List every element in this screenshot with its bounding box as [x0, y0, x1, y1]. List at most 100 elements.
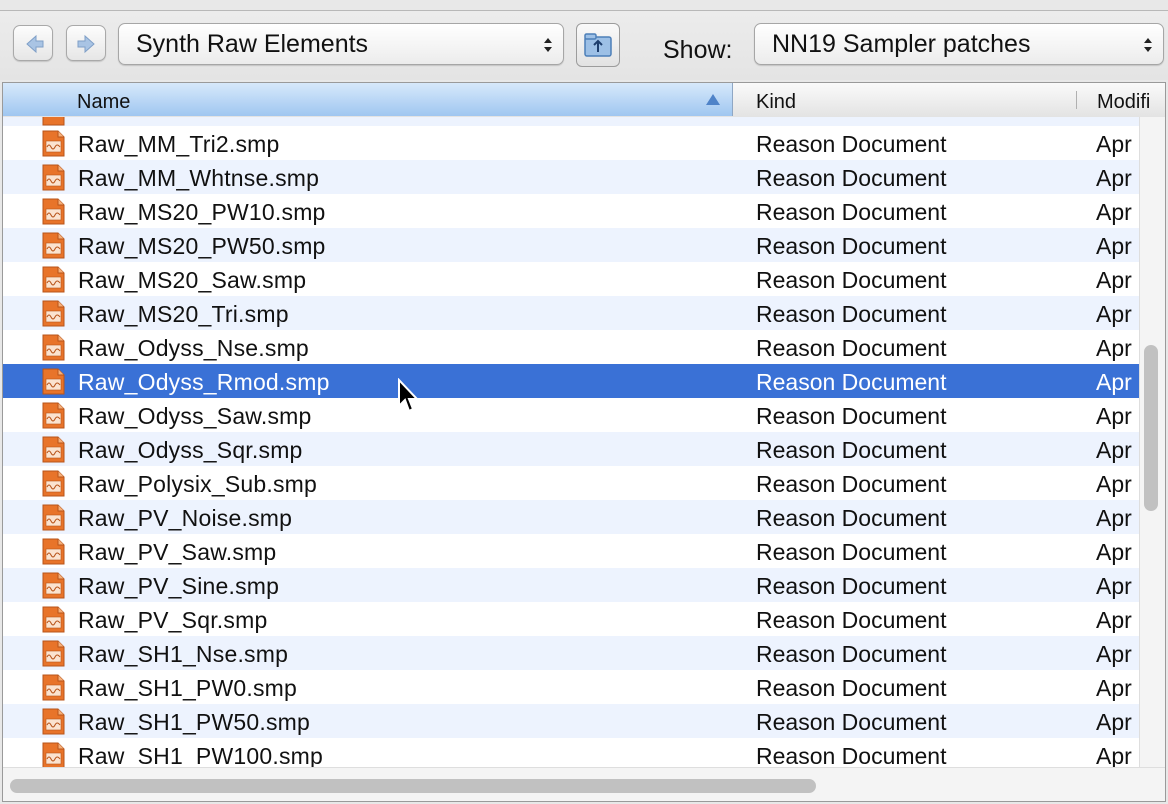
file-kind: Reason Document	[756, 199, 947, 225]
list-item[interactable]: Raw_MM_Tri2.smp Reason Document Apr	[3, 126, 1139, 160]
forward-button[interactable]	[66, 25, 106, 61]
file-name: Raw_PV_Sqr.smp	[78, 607, 268, 633]
horizontal-scrollbar[interactable]	[3, 767, 1165, 801]
file-kind: Reason Document	[756, 267, 947, 293]
file-name: Raw_PV_Noise.smp	[78, 505, 293, 531]
list-item[interactable]: Raw_Odyss_Saw.smp Reason Document Apr	[3, 398, 1139, 432]
file-name: Raw_MM_Whtnse.smp	[78, 165, 320, 191]
file-modified: Apr	[1096, 675, 1132, 701]
file-name: Raw_MS20_Tri.smp	[78, 301, 289, 327]
list-item[interactable]: Raw_MS20_PW10.smp Reason Document Apr	[3, 194, 1139, 228]
reason-sample-file-icon	[42, 674, 65, 701]
reason-sample-file-icon	[42, 334, 65, 361]
file-kind: Reason Document	[756, 743, 947, 767]
reason-sample-file-icon	[42, 436, 65, 463]
file-list[interactable]: Raw_MM_Tri2.smp Reason Document Apr Raw_MM_…	[3, 117, 1139, 767]
file-name: Raw_Polysix_Sub.smp	[78, 471, 318, 497]
location-label: Synth Raw Elements	[136, 30, 369, 58]
reason-sample-file-icon	[42, 572, 65, 599]
file-modified: Apr	[1096, 165, 1132, 191]
list-item[interactable]: Raw_PV_Sine.smp Reason Document Apr	[3, 568, 1139, 602]
back-button[interactable]	[13, 25, 53, 61]
file-kind: Reason Document	[756, 437, 947, 463]
list-item[interactable]: Raw_MS20_Saw.smp Reason Document Apr	[3, 262, 1139, 296]
file-icon-clip	[41, 117, 65, 126]
list-item[interactable]: Raw_SH1_PW100.smp Reason Document Apr	[3, 738, 1139, 767]
file-name: Raw_SH1_PW0.smp	[78, 675, 298, 701]
file-kind: Reason Document	[756, 607, 947, 633]
sort-ascending-icon	[706, 94, 720, 105]
file-modified: Apr	[1096, 335, 1132, 361]
reason-sample-file-icon	[42, 266, 65, 293]
file-kind: Reason Document	[756, 539, 947, 565]
list-item-partial[interactable]	[3, 117, 1139, 126]
modified-column-header[interactable]: Modifi	[1076, 83, 1165, 116]
file-name: Raw_MS20_Saw.smp	[78, 267, 307, 293]
file-kind: Reason Document	[756, 165, 947, 191]
name-column-header[interactable]: Name	[3, 83, 733, 116]
list-item[interactable]: Raw_SH1_PW0.smp Reason Document Apr	[3, 670, 1139, 704]
file-modified: Apr	[1096, 539, 1132, 565]
file-kind: Reason Document	[756, 403, 947, 429]
vertical-scroll-thumb[interactable]	[1144, 345, 1158, 511]
file-modified: Apr	[1096, 505, 1132, 531]
list-item-selected[interactable]: Raw_Odyss_Rmod.smp Reason Document Apr	[3, 364, 1139, 398]
reason-sample-file-icon	[42, 640, 65, 667]
list-item[interactable]: Raw_Polysix_Sub.smp Reason Document Apr	[3, 466, 1139, 500]
file-kind: Reason Document	[756, 709, 947, 735]
list-item[interactable]: Raw_Odyss_Nse.smp Reason Document Apr	[3, 330, 1139, 364]
file-name: Raw_Odyss_Saw.smp	[78, 403, 312, 429]
reason-sample-file-icon	[42, 470, 65, 497]
file-modified: Apr	[1096, 437, 1132, 463]
list-item[interactable]: Raw_Odyss_Sqr.smp Reason Document Apr	[3, 432, 1139, 466]
list-item[interactable]: Raw_PV_Saw.smp Reason Document Apr	[3, 534, 1139, 568]
parent-folder-icon	[584, 33, 612, 57]
list-item[interactable]: Raw_PV_Noise.smp Reason Document Apr	[3, 500, 1139, 534]
file-name: Raw_SH1_PW50.smp	[78, 709, 311, 735]
popup-arrows-icon	[544, 38, 552, 52]
file-modified: Apr	[1096, 573, 1132, 599]
file-name: Raw_Odyss_Sqr.smp	[78, 437, 303, 463]
file-name: Raw_SH1_PW100.smp	[78, 743, 324, 767]
reason-sample-file-icon	[42, 606, 65, 633]
vertical-scrollbar[interactable]	[1139, 117, 1165, 767]
horizontal-scroll-thumb[interactable]	[10, 779, 816, 793]
reason-sample-file-icon	[42, 708, 65, 735]
mouse-pointer-icon	[398, 378, 420, 413]
show-filter-popup[interactable]: NN19 Sampler patches	[754, 23, 1164, 65]
file-name: Raw_PV_Sine.smp	[78, 573, 280, 599]
file-modified: Apr	[1096, 607, 1132, 633]
reason-sample-file-icon	[42, 742, 65, 767]
modified-column-label: Modifi	[1097, 91, 1151, 113]
reason-sample-file-icon	[42, 368, 65, 395]
show-label: Show:	[663, 36, 733, 64]
parent-folder-button[interactable]	[576, 23, 620, 67]
file-modified: Apr	[1096, 301, 1132, 327]
reason-sample-file-icon	[42, 504, 65, 531]
file-modified: Apr	[1096, 641, 1132, 667]
reason-sample-file-icon	[42, 538, 65, 565]
list-item[interactable]: Raw_PV_Sqr.smp Reason Document Apr	[3, 602, 1139, 636]
list-item[interactable]: Raw_MS20_PW50.smp Reason Document Apr	[3, 228, 1139, 262]
file-kind: Reason Document	[756, 233, 947, 259]
kind-column-label: Kind	[756, 91, 797, 113]
popup-arrows-icon	[1144, 38, 1152, 52]
file-name: Raw_PV_Saw.smp	[78, 539, 277, 565]
list-item[interactable]: Raw_SH1_PW50.smp Reason Document Apr	[3, 704, 1139, 738]
file-modified: Apr	[1096, 403, 1132, 429]
file-kind: Reason Document	[756, 301, 947, 327]
file-modified: Apr	[1096, 199, 1132, 225]
file-kind: Reason Document	[756, 335, 947, 361]
location-popup[interactable]: Synth Raw Elements	[118, 23, 564, 65]
file-modified: Apr	[1096, 267, 1132, 293]
list-item[interactable]: Raw_SH1_Nse.smp Reason Document Apr	[3, 636, 1139, 670]
show-filter-label: NN19 Sampler patches	[772, 30, 1031, 58]
file-name: Raw_MS20_PW10.smp	[78, 199, 326, 225]
kind-column-header[interactable]: Kind	[734, 83, 1076, 116]
list-item[interactable]: Raw_MM_Whtnse.smp Reason Document Apr	[3, 160, 1139, 194]
file-name: Raw_MS20_PW50.smp	[78, 233, 326, 259]
list-item[interactable]: Raw_MS20_Tri.smp Reason Document Apr	[3, 296, 1139, 330]
reason-sample-file-icon	[42, 130, 65, 157]
file-kind: Reason Document	[756, 641, 947, 667]
file-kind: Reason Document	[756, 471, 947, 497]
